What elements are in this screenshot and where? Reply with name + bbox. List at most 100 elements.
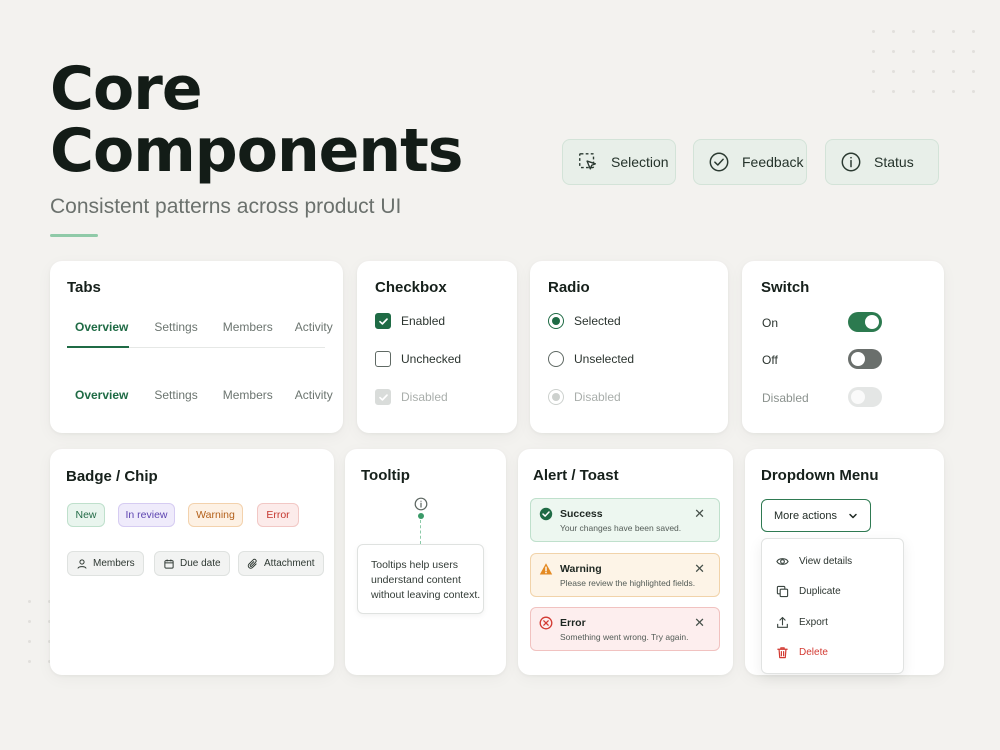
paperclip-icon	[247, 558, 257, 569]
tooltip-text-line-1: Tooltips help users	[371, 559, 458, 571]
switch-off-label: Off	[762, 353, 778, 367]
tab-overview-alt[interactable]: Overview	[75, 388, 128, 402]
dropdown-card: Dropdown Menu More actions View details …	[745, 449, 944, 675]
radio-selected-label: Selected	[574, 314, 621, 328]
menu-item-label: Duplicate	[799, 586, 841, 597]
warning-triangle-icon	[539, 563, 553, 575]
menu-item-label: Delete	[799, 647, 828, 658]
checkbox-disabled-label: Disabled	[401, 390, 448, 404]
tabs-row-plain: Overview Settings Members Activity	[68, 388, 333, 402]
dropdown-card-title: Dropdown Menu	[761, 467, 879, 484]
checkbox-checked-box[interactable]	[375, 313, 391, 329]
dropdown-trigger-button[interactable]: More actions	[761, 499, 871, 532]
page-title: Core Components	[50, 54, 463, 186]
alert-success-message: Your changes have been saved.	[560, 523, 682, 533]
alert-success-title: Success	[560, 508, 603, 520]
tabs-card: Tabs Overview Settings Members Activity …	[50, 261, 343, 433]
page-subtitle: Consistent patterns across product UI	[50, 195, 402, 218]
switch-disabled-label: Disabled	[762, 391, 809, 405]
tooltip-card: Tooltip Tooltips help users understand c…	[345, 449, 506, 675]
chip-attachment[interactable]: Attachment	[238, 551, 324, 576]
alert-error-message: Something went wrong. Try again.	[560, 632, 689, 642]
selection-cursor-icon	[579, 153, 597, 170]
tab-activity-alt[interactable]: Activity	[295, 388, 333, 402]
switch-card-title: Switch	[761, 279, 810, 296]
radio-unselected-label: Unselected	[574, 352, 635, 366]
switch-knob	[851, 352, 865, 366]
tab-settings-alt[interactable]: Settings	[154, 388, 197, 402]
check-icon	[378, 393, 388, 401]
checkbox-disabled: Disabled	[375, 389, 448, 405]
tab-members[interactable]: Members	[223, 320, 273, 334]
checkbox-unchecked[interactable]: Unchecked	[375, 351, 461, 367]
selection-pill-label: Selection	[611, 154, 669, 170]
info-icon[interactable]	[414, 497, 428, 511]
switch-on-toggle[interactable]	[848, 312, 882, 332]
chip-members-label: Members	[93, 558, 135, 569]
close-icon[interactable]: ✕	[694, 506, 705, 522]
radio-unselected-circle[interactable]	[548, 351, 564, 367]
radio-selected-circle[interactable]	[548, 313, 564, 329]
badge-chip-card: Badge / Chip New In review Warning Error…	[50, 449, 334, 675]
status-pill[interactable]: Status	[825, 139, 939, 185]
tab-activity[interactable]: Activity	[295, 320, 333, 334]
alert-warning-message: Please review the highlighted fields.	[560, 578, 696, 588]
feedback-pill[interactable]: Feedback	[693, 139, 807, 185]
feedback-pill-label: Feedback	[742, 154, 804, 170]
eye-icon	[776, 558, 789, 565]
menu-item-delete[interactable]: Delete	[776, 646, 828, 659]
checkbox-empty-box[interactable]	[375, 351, 391, 367]
checkbox-disabled-box	[375, 389, 391, 405]
switch-knob	[851, 390, 865, 404]
chip-attachment-label: Attachment	[264, 558, 315, 569]
badge-chip-card-title: Badge / Chip	[66, 468, 158, 485]
chip-due-date[interactable]: Due date	[154, 551, 230, 576]
copy-icon	[776, 585, 789, 598]
close-icon[interactable]: ✕	[694, 615, 705, 631]
checkbox-enabled[interactable]: Enabled	[375, 313, 445, 329]
tab-members-alt[interactable]: Members	[223, 388, 273, 402]
error-x-circle-icon	[539, 616, 553, 630]
calendar-icon	[164, 559, 174, 569]
radio-disabled: Disabled	[548, 389, 621, 405]
alert-warning: Warning Please review the highlighted fi…	[530, 553, 720, 597]
dropdown-trigger-label: More actions	[774, 509, 837, 522]
checkbox-card-title: Checkbox	[375, 279, 447, 296]
menu-item-view-details[interactable]: View details	[776, 555, 852, 568]
menu-item-duplicate[interactable]: Duplicate	[776, 585, 841, 598]
switch-off-toggle[interactable]	[848, 349, 882, 369]
trash-icon	[777, 647, 788, 659]
switch-on-label: On	[762, 316, 779, 330]
menu-item-label: Export	[799, 617, 828, 628]
radio-card: Radio Selected Unselected Disabled	[530, 261, 728, 433]
radio-disabled-circle	[548, 389, 564, 405]
tooltip-card-title: Tooltip	[361, 467, 410, 484]
tooltip-connector-line	[420, 520, 421, 544]
selection-pill[interactable]: Selection	[562, 139, 676, 185]
radio-selected[interactable]: Selected	[548, 313, 621, 329]
check-circle-icon	[709, 152, 729, 172]
tab-settings[interactable]: Settings	[154, 320, 197, 334]
tooltip-bubble: Tooltips help users understand content w…	[357, 544, 484, 614]
menu-item-label: View details	[799, 556, 853, 567]
badge-error: Error	[257, 503, 299, 527]
alert-error: Error Something went wrong. Try again. ✕	[530, 607, 720, 651]
chip-members[interactable]: Members	[67, 551, 144, 576]
chevron-down-icon	[849, 513, 857, 519]
radio-unselected[interactable]: Unselected	[548, 351, 634, 367]
switch-card: Switch On Off Disabled	[742, 261, 944, 433]
menu-item-export[interactable]: Export	[776, 616, 828, 629]
tab-overview[interactable]: Overview	[75, 320, 128, 334]
tabs-row-underline: Overview Settings Members Activity	[68, 320, 333, 334]
checkbox-card: Checkbox Enabled Unchecked Disabled	[357, 261, 517, 433]
switch-disabled-toggle	[848, 387, 882, 407]
close-icon[interactable]: ✕	[694, 561, 705, 577]
badge-in-review: In review	[118, 503, 175, 527]
alert-success: Success Your changes have been saved. ✕	[530, 498, 720, 542]
check-icon	[378, 317, 388, 325]
alert-toast-card-title: Alert / Toast	[533, 467, 619, 484]
tooltip-anchor-dot	[418, 513, 424, 519]
user-icon	[77, 558, 87, 569]
dropdown-menu: View details Duplicate Export Delete	[761, 538, 904, 674]
info-circle-icon	[841, 152, 861, 172]
